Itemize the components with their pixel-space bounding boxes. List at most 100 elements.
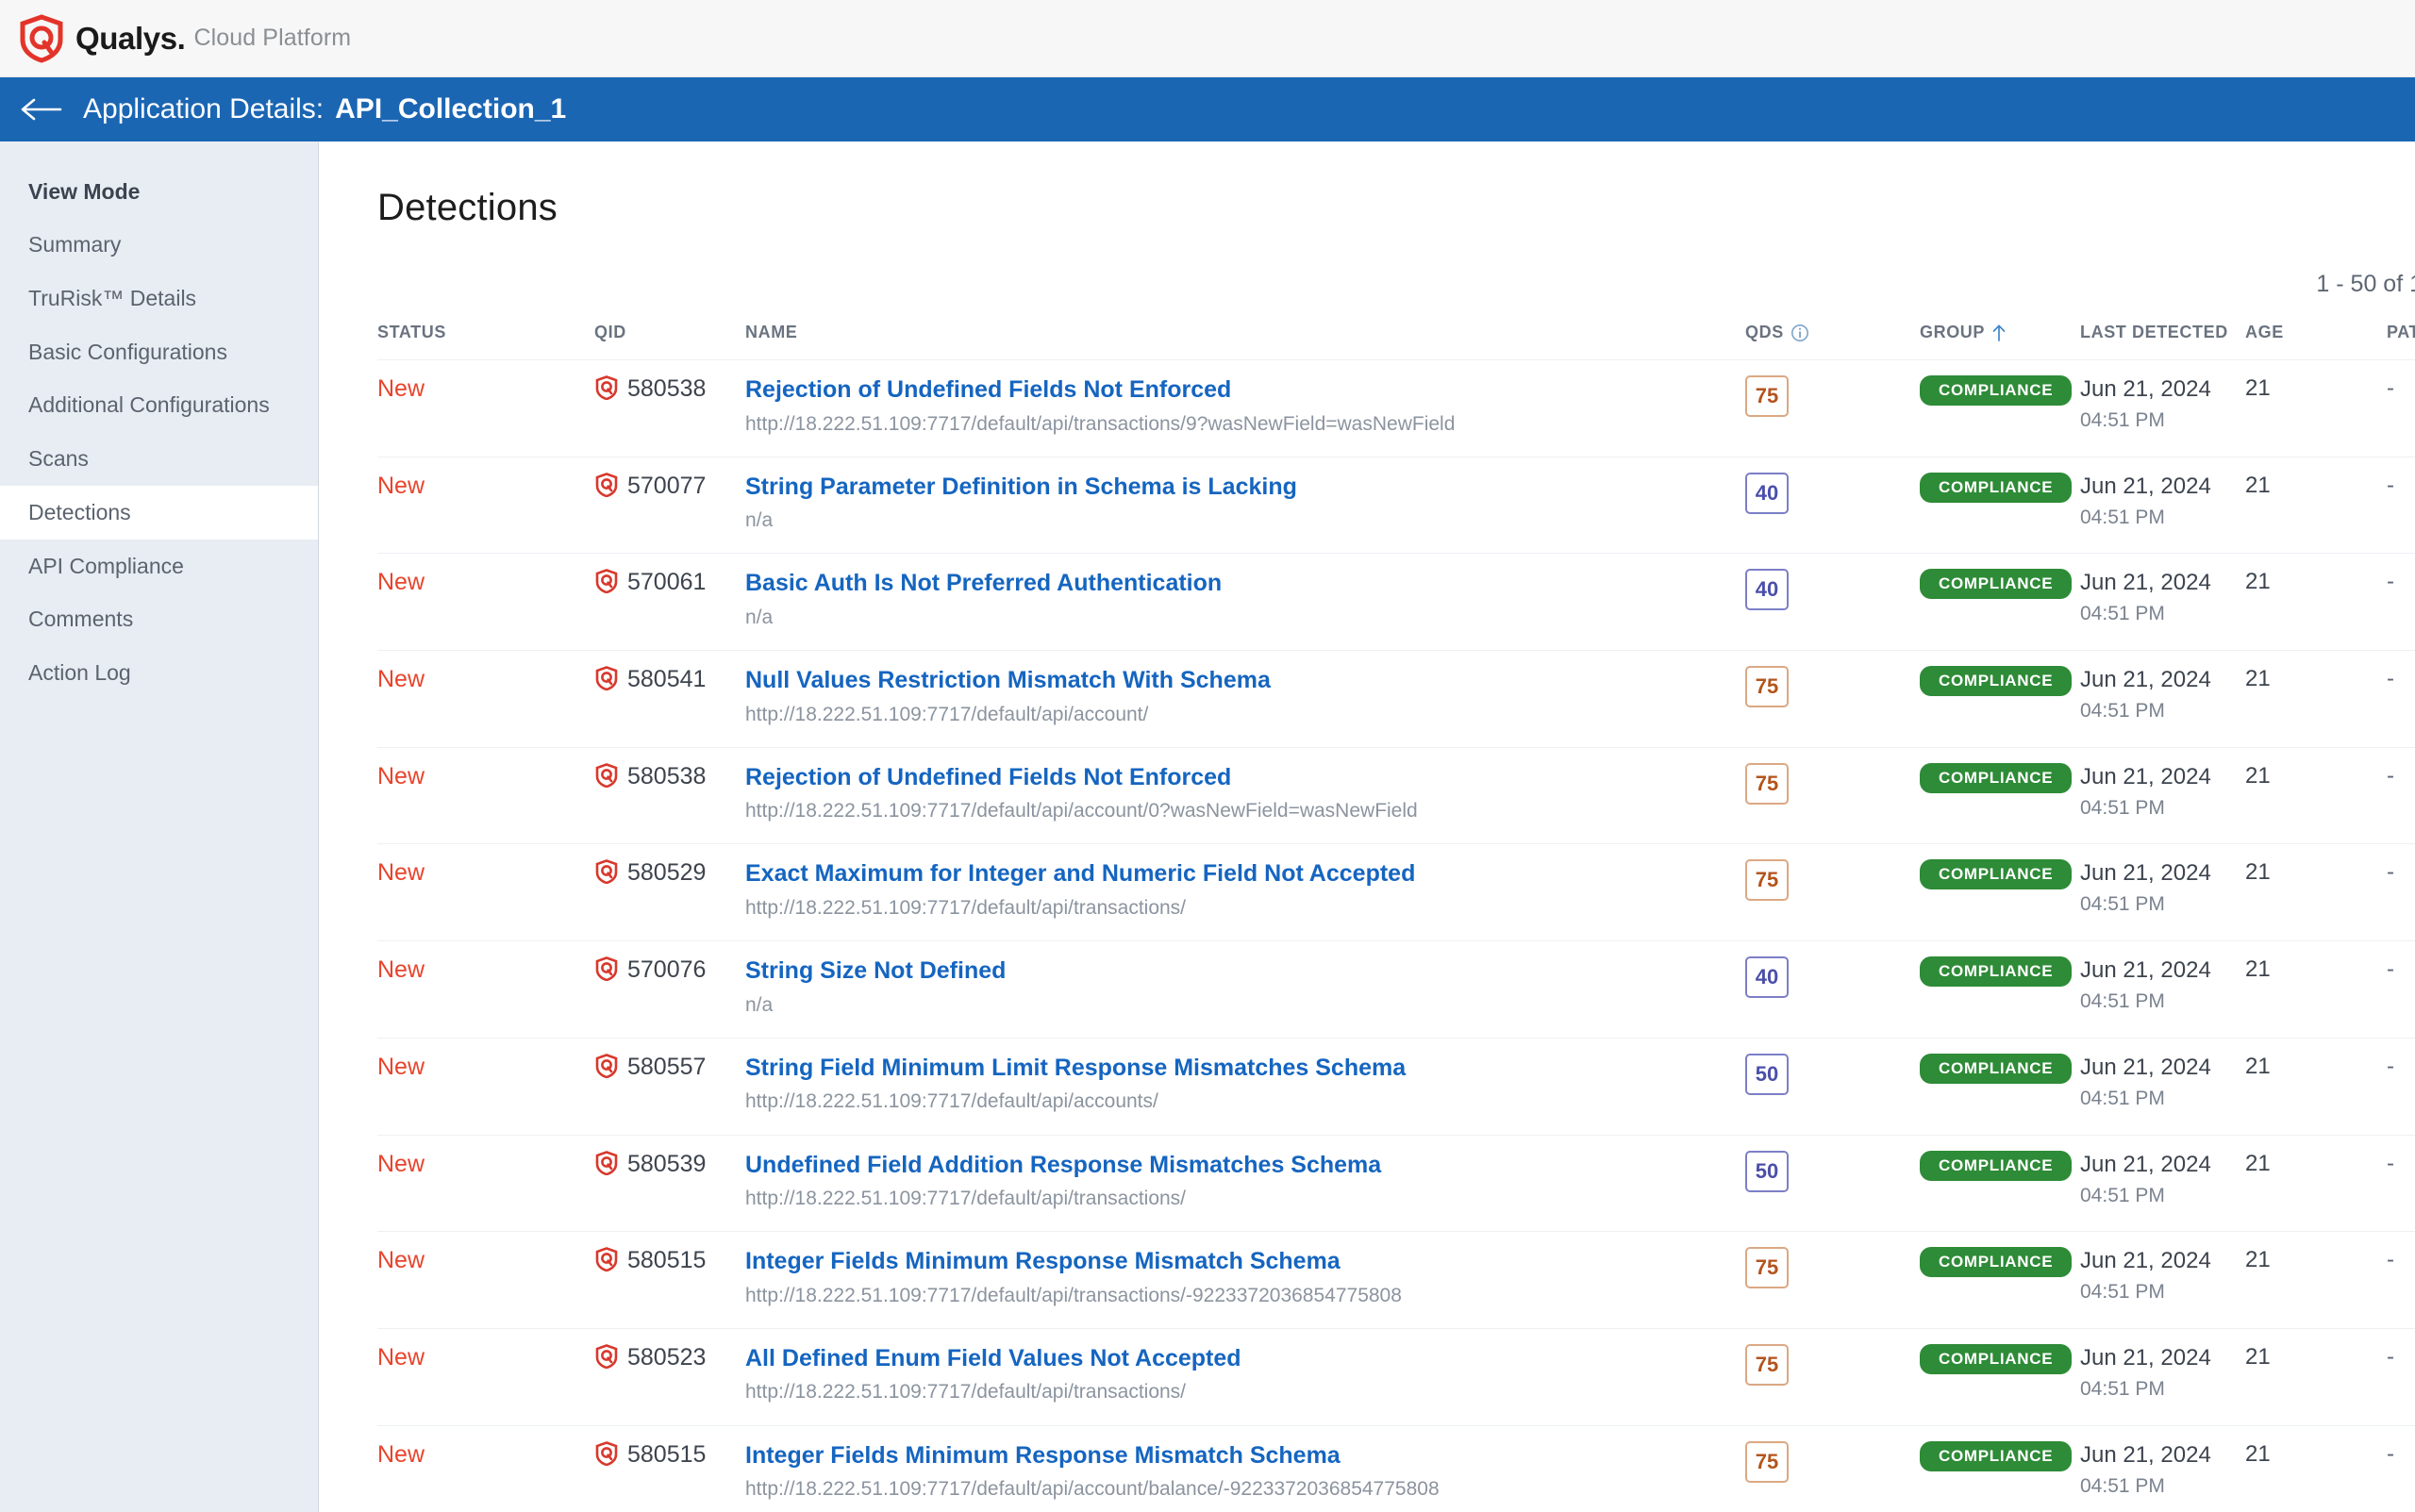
detection-url: n/a [745,993,774,1016]
group-badge: COMPLIANCE [1920,1440,2073,1471]
column-header-name[interactable]: NAME [745,315,1745,360]
cell-qid: 580538 [594,746,745,844]
cell-status: New [377,650,594,748]
cell-patch: - [2387,553,2415,651]
column-header-age[interactable]: AGE [2245,315,2387,360]
table-row[interactable]: New 580515 Integer Fields Minimum Response… [377,1424,2415,1512]
cell-name: Rejection of Undefined Fields Not Enforc… [745,359,1745,457]
age-value: 21 [2245,956,2271,983]
cell-qid: 580557 [594,1037,745,1135]
patch-value: - [2387,1440,2394,1467]
cell-qds: 75 [1745,1424,1920,1512]
detection-name-link[interactable]: Rejection of Undefined Fields Not Enforc… [745,763,1745,792]
cell-name: Exact Maximum for Integer and Numeric Fi… [745,843,1745,941]
column-header-qds[interactable]: QDS [1745,315,1920,360]
sidebar-item-scans[interactable]: Scans [0,432,318,486]
cell-last-detected: Jun 21, 2024 04:51 PM [2080,1037,2245,1135]
detection-name-link[interactable]: String Field Minimum Limit Response Mism… [745,1054,1745,1083]
application-details-label: Application Details: [83,93,325,125]
table-row[interactable]: New 580515 Integer Fields Minimum Response… [377,1231,2415,1329]
status-badge: New [377,569,425,596]
qds-score-badge[interactable]: 75 [1745,1343,1789,1386]
sidebar-item-label: Additional Configurations [28,392,270,418]
patch-value: - [2387,1053,2394,1079]
cell-name: String Field Minimum Limit Response Mism… [745,1037,1745,1135]
back-arrow-icon[interactable] [19,95,62,124]
table-row[interactable]: New 580523 All Defined Enum Field Values N… [377,1327,2415,1426]
cell-qds: 40 [1745,940,1920,1038]
detection-name-link[interactable]: Null Values Restriction Mismatch With Sc… [745,666,1745,695]
detection-name-link[interactable]: Basic Auth Is Not Preferred Authenticati… [745,569,1745,598]
table-row[interactable]: New 580529 Exact Maximum for Integer and N… [377,843,2415,941]
info-icon[interactable] [1790,324,1809,342]
table-row[interactable]: New 580541 Null Values Restriction Mismatc… [377,650,2415,748]
last-detected-date: Jun 21, 2024 [2080,860,2211,887]
column-header-status[interactable]: STATUS [377,315,594,360]
group-badge: COMPLIANCE [1920,859,2073,890]
qds-score-badge[interactable]: 50 [1745,1150,1789,1192]
detection-name-link[interactable]: All Defined Enum Field Values Not Accept… [745,1344,1745,1373]
detection-name-link[interactable]: Integer Fields Minimum Response Mismatch… [745,1247,1745,1276]
sidebar-item-summary[interactable]: Summary [0,218,318,272]
cell-age: 21 [2245,940,2387,1038]
sidebar-item-basic-configurations[interactable]: Basic Configurations [0,325,318,379]
qds-score-badge[interactable]: 75 [1745,859,1789,902]
cell-patch: - [2387,1231,2415,1329]
column-header-group[interactable]: GROUP [1920,315,2080,360]
qds-score-badge[interactable]: 75 [1745,1247,1789,1289]
detection-name-link[interactable]: String Size Not Defined [745,956,1745,986]
qualys-qid-shield-icon [594,956,619,982]
sidebar-item-label: Action Log [28,660,131,685]
group-badge: COMPLIANCE [1920,569,2073,600]
cell-patch: - [2387,1134,2415,1232]
detection-name-link[interactable]: Undefined Field Addition Response Mismat… [745,1151,1745,1180]
qds-score-badge[interactable]: 40 [1745,472,1789,514]
table-row[interactable]: New 570076 String Size Not Defined n/a 40 COM… [377,940,2415,1038]
sidebar-item-detections[interactable]: Detections [0,485,318,540]
cell-last-detected: Jun 21, 2024 04:51 PM [2080,940,2245,1038]
cell-name: String Size Not Defined n/a [745,940,1745,1038]
detection-url: http://18.222.51.109:7717/default/api/ac… [745,1090,1158,1113]
column-header-patch[interactable]: PATCH [2387,315,2415,360]
sidebar-item-api-compliance[interactable]: API Compliance [0,540,318,593]
detection-name-link[interactable]: String Parameter Definition in Schema is… [745,473,1745,502]
table-row[interactable]: New 570061 Basic Auth Is Not Preferred Aut… [377,553,2415,651]
detection-name-link[interactable]: Exact Maximum for Integer and Numeric Fi… [745,859,1745,889]
cell-last-detected: Jun 21, 2024 04:51 PM [2080,1327,2245,1426]
qualys-qid-shield-icon [594,762,619,789]
sidebar-item-additional-configurations[interactable]: Additional Configurations [0,378,318,432]
last-detected-date: Jun 21, 2024 [2080,1441,2211,1468]
sidebar-item-comments[interactable]: Comments [0,592,318,646]
cell-last-detected: Jun 21, 2024 04:51 PM [2080,359,2245,457]
qds-score-badge[interactable]: 40 [1745,569,1789,611]
table-row[interactable]: New 580538 Rejection of Undefined Fields N… [377,746,2415,844]
sort-ascending-arrow-icon[interactable] [1991,324,2007,342]
sidebar-item-trurisk-details[interactable]: TruRisk™ Details [0,272,318,325]
table-row[interactable]: New 580539 Undefined Field Addition Respon… [377,1134,2415,1232]
group-badge: COMPLIANCE [1920,1247,2073,1278]
qds-score-badge[interactable]: 75 [1745,762,1789,805]
detection-name-link[interactable]: Rejection of Undefined Fields Not Enforc… [745,375,1745,405]
qds-score-badge[interactable]: 50 [1745,1053,1789,1095]
qualys-qid-shield-icon [594,569,619,594]
column-header-qid[interactable]: QID [594,315,745,360]
cell-patch: - [2387,1327,2415,1426]
sidebar-item-action-log[interactable]: Action Log [0,646,318,700]
detection-name-link[interactable]: Integer Fields Minimum Response Mismatch… [745,1441,1745,1470]
qds-score-badge[interactable]: 75 [1745,375,1789,417]
cell-qid: 570076 [594,940,745,1038]
table-row[interactable]: New 570077 String Parameter Definition in … [377,456,2415,554]
last-detected-time: 04:51 PM [2080,603,2165,625]
status-badge: New [377,375,425,402]
cell-age: 21 [2245,1424,2387,1512]
cell-group: COMPLIANCE [1920,456,2080,554]
column-header-last-detected[interactable]: LAST DETECTED [2080,315,2245,360]
last-detected-date: Jun 21, 2024 [2080,763,2211,789]
cell-age: 21 [2245,650,2387,748]
last-detected-date: Jun 21, 2024 [2080,1344,2211,1371]
qds-score-badge[interactable]: 75 [1745,666,1789,708]
qds-score-badge[interactable]: 75 [1745,1440,1789,1483]
table-row[interactable]: New 580538 Rejection of Undefined Fields N… [377,359,2415,457]
qds-score-badge[interactable]: 40 [1745,956,1789,999]
table-row[interactable]: New 580557 String Field Minimum Limit Resp… [377,1037,2415,1135]
